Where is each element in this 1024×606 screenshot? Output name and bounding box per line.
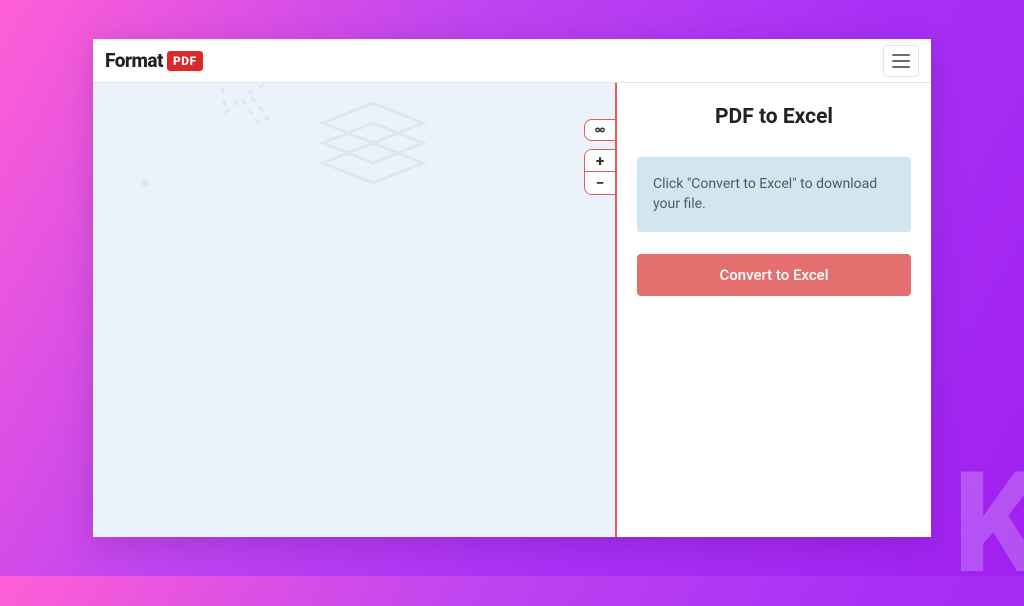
convert-button[interactable]: Convert to Excel <box>637 254 911 296</box>
info-message: Click "Convert to Excel" to download you… <box>637 157 911 232</box>
app-window: Format PDF <box>93 39 931 537</box>
panel-title: PDF to Excel <box>637 105 911 129</box>
logo-text: Format <box>105 49 163 72</box>
settings-button[interactable] <box>584 119 616 141</box>
zoom-controls: + − <box>584 149 616 195</box>
content-area: + − PDF to Excel Click "Convert to Excel… <box>93 83 931 537</box>
zoom-in-button[interactable]: + <box>585 150 615 172</box>
zoom-out-button[interactable]: − <box>585 172 615 194</box>
watermark: K <box>953 442 1024 606</box>
hamburger-menu-icon[interactable] <box>883 45 919 77</box>
document-preview-pane: + − <box>93 83 617 537</box>
topbar: Format PDF <box>93 39 931 83</box>
logo-badge: PDF <box>167 51 203 71</box>
conversion-panel: PDF to Excel Click "Convert to Excel" to… <box>617 83 931 537</box>
gear-icon <box>593 123 607 137</box>
decorative-doodles <box>113 83 593 243</box>
preview-tools: + − <box>584 119 616 195</box>
logo[interactable]: Format PDF <box>105 49 203 72</box>
